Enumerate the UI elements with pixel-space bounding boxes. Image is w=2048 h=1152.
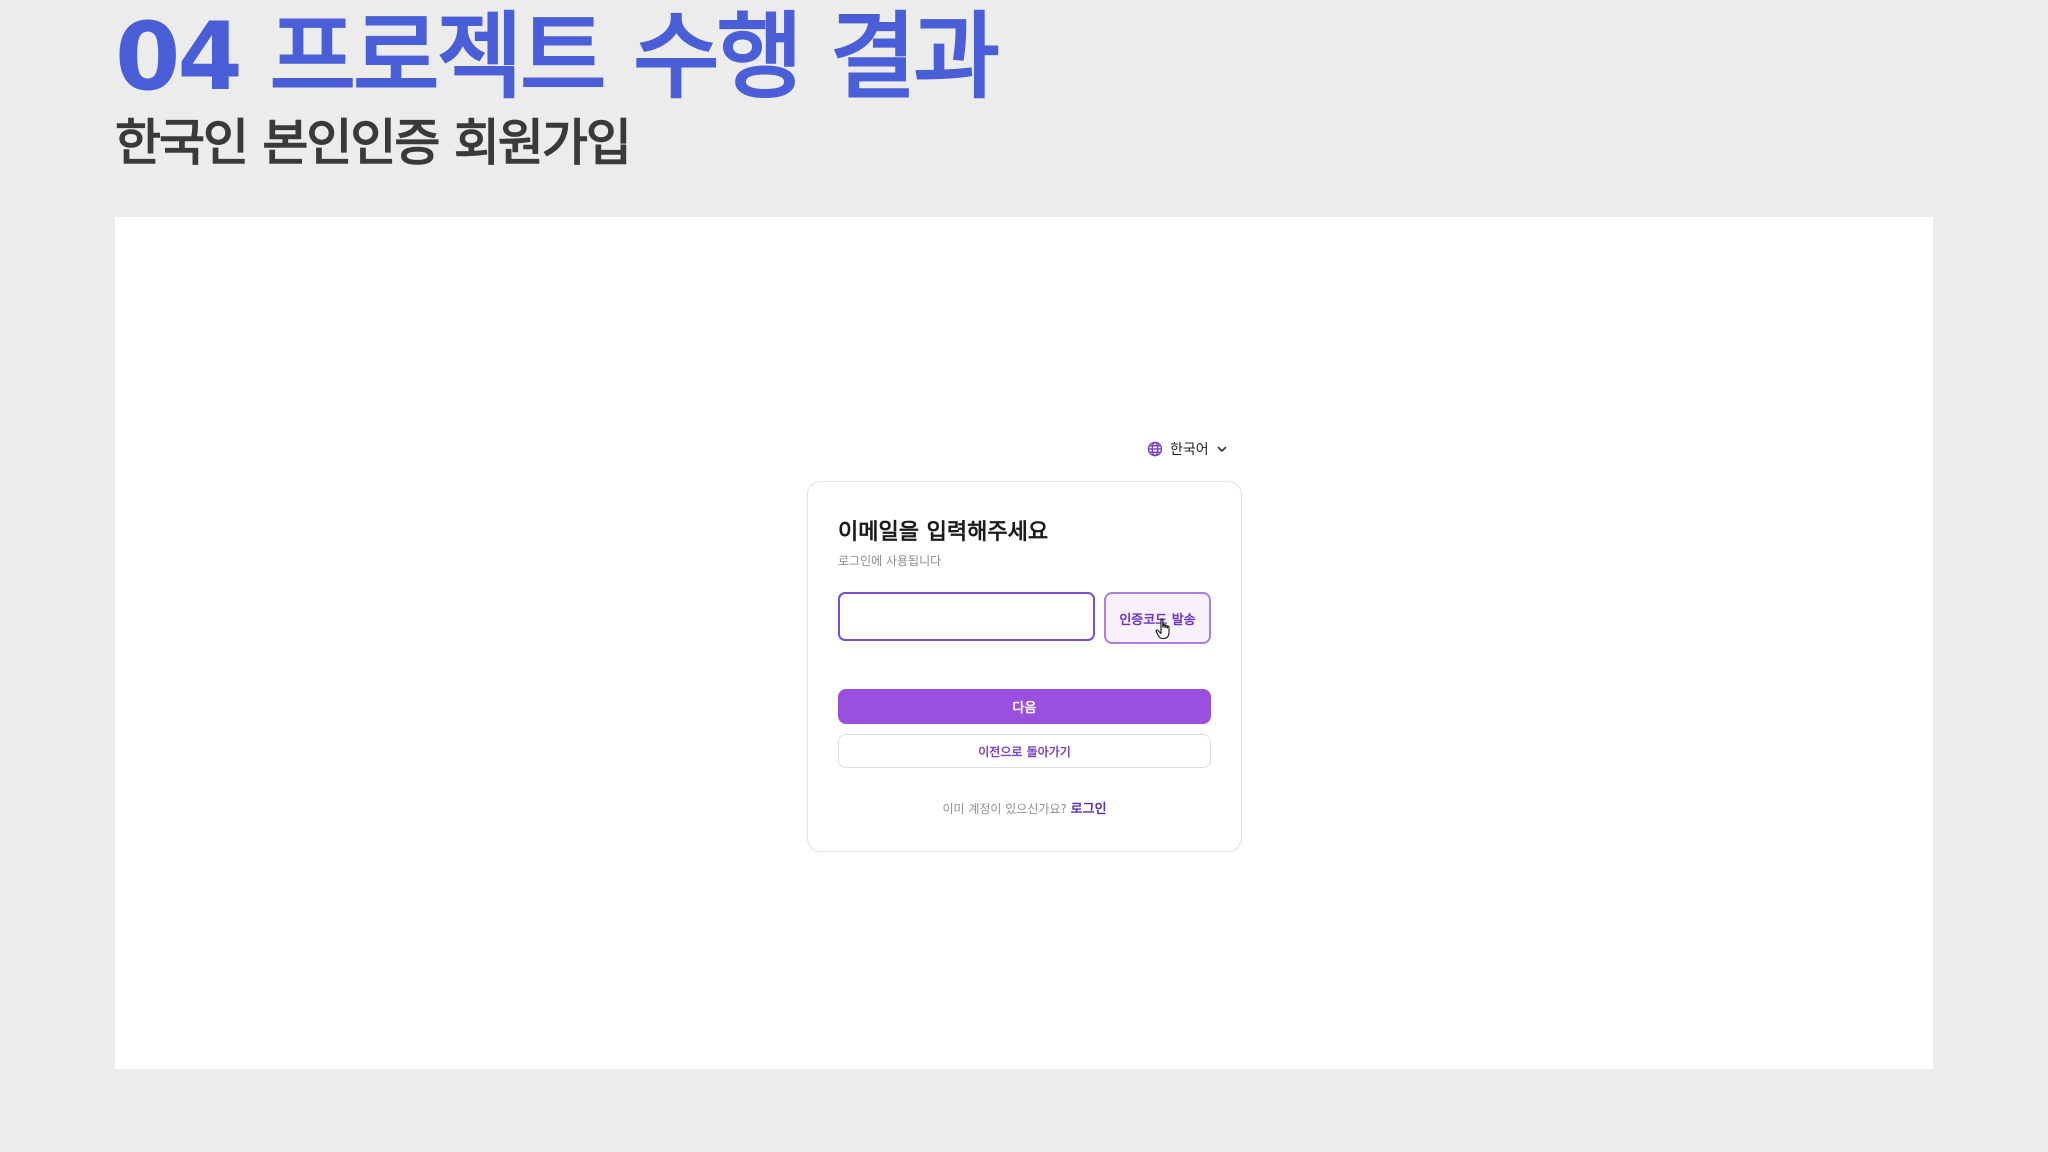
email-input[interactable] xyxy=(838,592,1095,641)
login-link[interactable]: 로그인 xyxy=(1071,802,1107,817)
language-selector[interactable]: 한국어 xyxy=(1147,438,1228,460)
card-title: 이메일을 입력해주세요 xyxy=(838,520,1049,545)
back-button[interactable]: 이전으로 돌아가기 xyxy=(838,734,1211,768)
language-label: 한국어 xyxy=(1170,442,1209,458)
login-row: 이미 계정이 있으신가요? 로그인 xyxy=(808,798,1241,817)
slide-subtitle: 한국인 본인인증 회원가입 xyxy=(115,114,632,172)
globe-icon xyxy=(1147,441,1163,457)
next-button[interactable]: 다음 xyxy=(838,689,1211,724)
send-code-button[interactable]: 인증코드 발송 xyxy=(1104,592,1211,644)
chevron-down-icon xyxy=(1216,443,1228,455)
signup-card: 이메일을 입력해주세요 로그인에 사용됩니다 인증코드 발송 다음 이전으로 돌… xyxy=(807,481,1242,852)
slide-title: 04 프로젝트 수행 결과 xyxy=(115,3,1000,112)
login-prompt: 이미 계정이 있으신가요? xyxy=(942,802,1067,816)
card-description: 로그인에 사용됩니다 xyxy=(838,554,942,568)
